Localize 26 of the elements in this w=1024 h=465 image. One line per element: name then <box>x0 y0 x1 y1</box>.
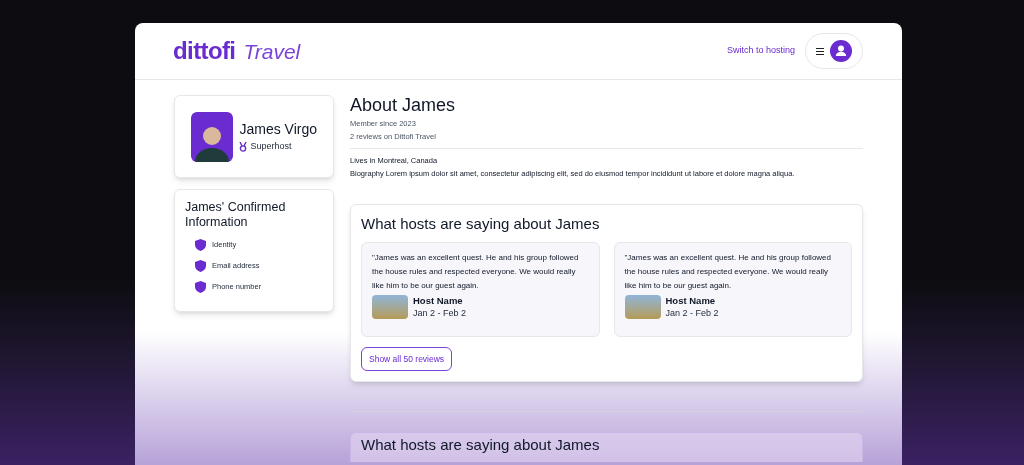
reviews-title: What hosts are saying about James <box>361 215 601 233</box>
brand-product: Travel <box>243 39 301 65</box>
review-quote: "James was an excellent quest. He and his group followed the house rules and respected everyone. We would really like him to be our guest again. <box>624 252 832 292</box>
review-quote: "James was an excellent quest. He and his group followed the house rules and respected everyone. We would really like him to be our guest again. <box>372 252 580 292</box>
about-title: About James <box>350 95 457 115</box>
account-menu-button[interactable] <box>805 33 863 69</box>
confirmed-title: James' Confirmed Information <box>185 200 287 230</box>
photo-placeholder <box>624 295 661 319</box>
user-icon <box>830 40 852 62</box>
shield-icon <box>195 281 206 293</box>
host-name: Host Name <box>413 295 464 307</box>
reviews-title: What hosts are saying about James <box>361 436 601 454</box>
shield-icon <box>195 239 206 251</box>
switch-hosting-link[interactable]: Switch to hosting <box>726 44 795 58</box>
stay-dates: Jan 2 - Feb 2 <box>665 307 719 319</box>
shield-icon <box>195 260 206 272</box>
photo-placeholder <box>372 295 408 319</box>
stay-dates: Jan 2 - Feb 2 <box>413 307 467 319</box>
menu-icon <box>816 47 824 55</box>
host-name: Host Name <box>665 295 717 307</box>
superhost-label: Superhost <box>250 140 292 154</box>
profile-name: James Virgo <box>239 120 317 140</box>
show-reviews-button[interactable]: Show all 50 reviews <box>361 347 453 371</box>
avatar-placeholder <box>191 111 234 162</box>
brand-logo[interactable]: dittofi <box>173 33 236 69</box>
medal-icon <box>239 142 248 152</box>
